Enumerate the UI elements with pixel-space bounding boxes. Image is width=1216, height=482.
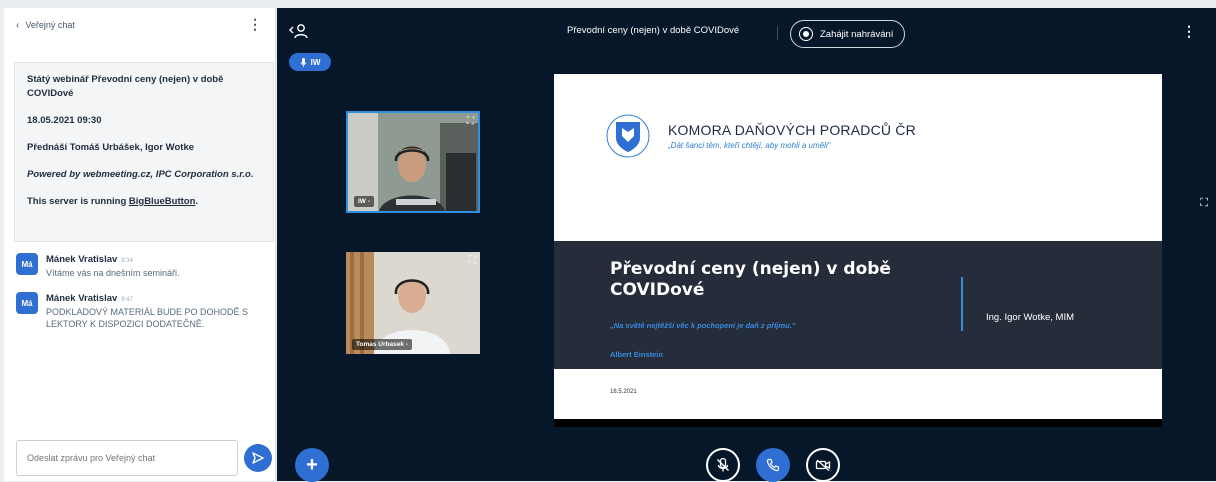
chat-message-input[interactable] (16, 440, 238, 476)
mute-button[interactable] (706, 448, 740, 482)
server-prefix: This server is running (27, 196, 129, 207)
microphone-muted-icon (717, 457, 729, 472)
phone-icon (766, 458, 780, 472)
talker-name: IW (310, 57, 321, 67)
send-message-button[interactable] (244, 444, 272, 472)
slide-title-band: Převodní ceny (nejen) v době COVIDové „N… (554, 241, 1162, 369)
slide-title: Převodní ceny (nejen) v době COVIDové (610, 259, 891, 300)
welcome-server-info: This server is running BigBlueButton. (27, 195, 261, 209)
record-icon (799, 27, 813, 41)
slide-quote-author: Albert Einstein (610, 350, 663, 359)
share-webcam-button[interactable] (806, 448, 840, 482)
chat-title-back-button[interactable]: Veřejný chat (25, 20, 75, 30)
avatar: Má (16, 292, 38, 314)
chat-panel: ‹ Veřejný chat ⋮ Státý webinář Převodní … (4, 8, 276, 481)
chat-message: Má Mánek Vratislav 9:47 PODKLADOVÝ MATERI… (16, 292, 266, 330)
komora-logo (606, 114, 650, 158)
welcome-datetime: 18.05.2021 09:30 (27, 115, 102, 126)
message-author: Mánek Vratislav (46, 254, 118, 265)
org-motto: „Dát šanci těm, kteří chtějí, aby mohli … (668, 141, 831, 150)
leave-audio-button[interactable] (756, 448, 790, 482)
welcome-powered-by: Powered by webmeeting.cz, IPC Corporatio… (27, 169, 254, 180)
video-tile[interactable]: ⛶ IW - (346, 111, 480, 213)
talking-indicator: IW (289, 53, 331, 71)
message-text: PODKLADOVÝ MATERIÁL BUDE PO DOHODĚ S LEK… (46, 307, 249, 329)
server-suffix: . (195, 196, 199, 207)
chat-message-body: Mánek Vratislav 9:34 Vítáme vás na dnešní… (46, 253, 180, 279)
welcome-message-box: Státý webinář Převodní ceny (nejen) v do… (14, 62, 274, 242)
video-user-label: Tomas Urbasek - (352, 339, 412, 350)
chat-header: ‹ Veřejný chat ⋮ (4, 8, 276, 42)
options-menu-icon[interactable]: ⋮ (1182, 23, 1196, 40)
start-recording-button[interactable]: Zahájit nahrávání (790, 20, 905, 48)
actions-button[interactable]: + (295, 448, 329, 482)
message-time: 9:47 (121, 297, 133, 303)
plus-icon: + (306, 453, 318, 476)
user-list-toggle-icon[interactable] (289, 22, 309, 40)
slide-speaker: Ing. Igor Wotke, MIM (986, 312, 1074, 323)
fullscreen-icon[interactable]: ⛶ (1200, 197, 1208, 210)
bigbluebutton-link[interactable]: BigBlueButton (129, 196, 196, 207)
expand-video-icon[interactable]: ⛶ (469, 255, 476, 266)
meeting-title: Převodní ceny (nejen) v době COVIDové (567, 25, 740, 36)
chat-message: Má Mánek Vratislav 9:34 Vítáme vás na dne… (16, 253, 266, 279)
org-name: KOMORA DAŇOVÝCH PORADCŮ ČR (668, 122, 916, 138)
avatar: Má (16, 253, 38, 275)
record-label: Zahájit nahrávání (820, 28, 894, 40)
microphone-icon (300, 57, 307, 67)
chat-options-icon[interactable]: ⋮ (248, 17, 262, 31)
slide-date: 18.5.2021 (610, 389, 637, 395)
meeting-area: IW Převodní ceny (nejen) v době COVIDové… (277, 8, 1216, 482)
video-tile[interactable]: ⛶ Tomas Urbasek - (346, 252, 480, 354)
presentation-slide: KOMORA DAŇOVÝCH PORADCŮ ČR „Dát šanci tě… (554, 74, 1162, 427)
video-user-label: IW - (354, 196, 374, 207)
slide-divider (961, 277, 963, 331)
message-time: 9:34 (121, 258, 133, 264)
slide-quote: „Na světě nejtěžší věc k pochopení je da… (610, 321, 796, 330)
send-icon (252, 452, 264, 464)
message-author: Mánek Vratislav (46, 293, 118, 304)
header-divider (777, 26, 778, 40)
video-camera-icon (815, 459, 831, 471)
welcome-presenters: Přednáší Tomáš Urbášek, Igor Wotke (27, 142, 195, 153)
welcome-title: Státý webinář Převodní ceny (nejen) v do… (27, 74, 224, 99)
message-text: Vítáme vás na dnešním semináři. (46, 268, 180, 278)
app-window: ‹ Veřejný chat ⋮ Státý webinář Převodní … (0, 0, 1216, 482)
chat-message-body: Mánek Vratislav 9:47 PODKLADOVÝ MATERIÁL … (46, 292, 258, 330)
expand-video-icon[interactable]: ⛶ (467, 116, 474, 127)
back-chevron-icon[interactable]: ‹ (16, 20, 19, 31)
